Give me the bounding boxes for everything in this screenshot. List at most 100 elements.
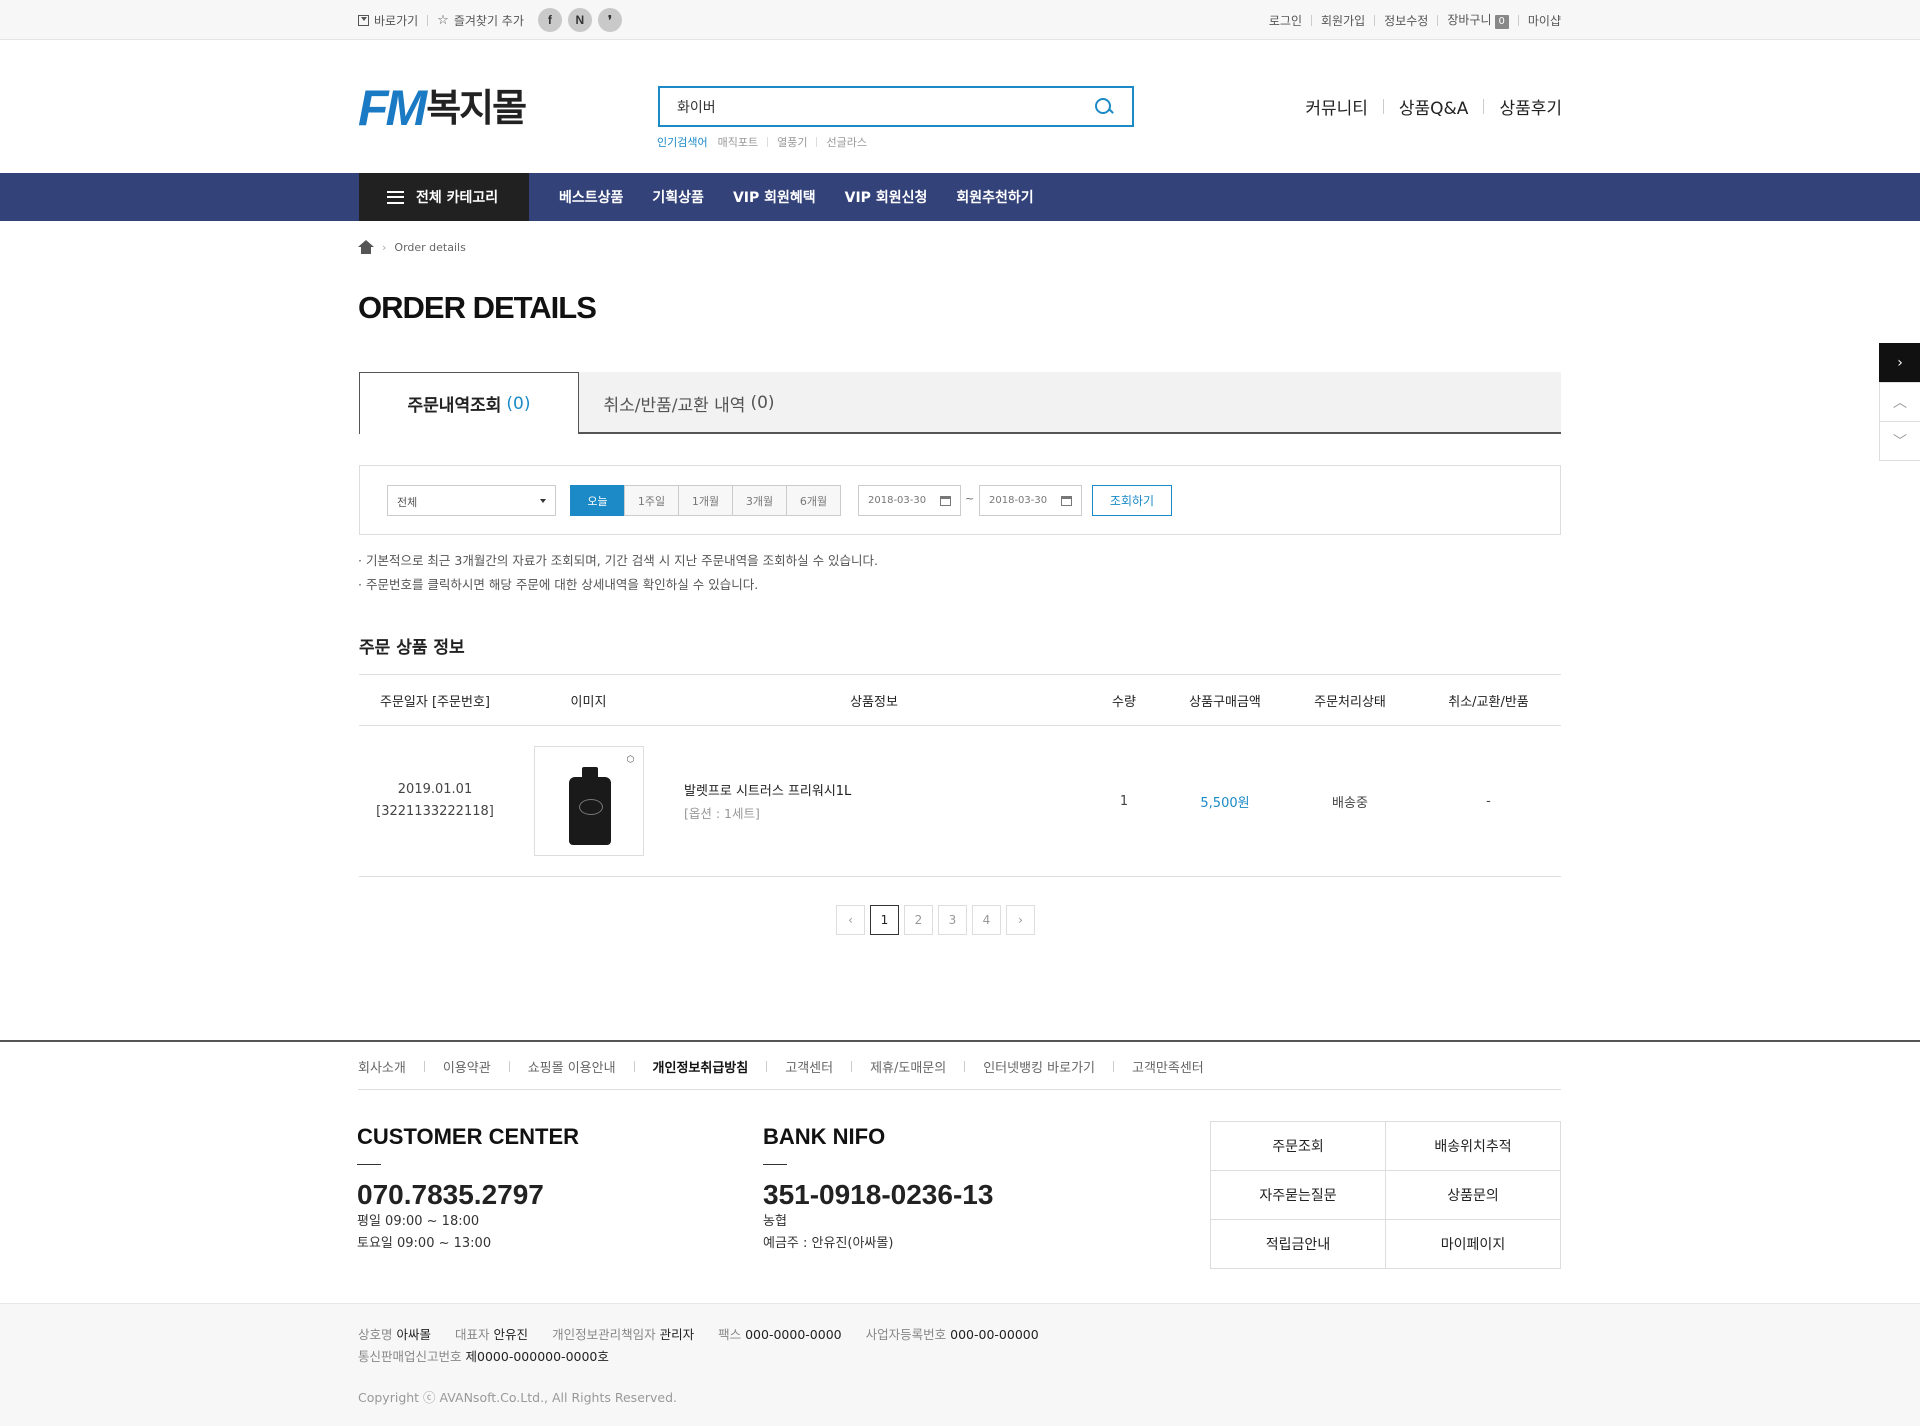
site-logo[interactable]: FM 복지몰: [358, 82, 527, 133]
top-utility-bar: 바로가기 ☆ 즐겨찾기 추가 f N ❜ 로그인 회원가입 정보수정 장바구니 0…: [0, 0, 1920, 40]
product-image[interactable]: ⬡: [533, 746, 644, 856]
quantity-cell: 1: [1082, 725, 1166, 877]
page-button[interactable]: 3: [938, 905, 967, 935]
date-from-field[interactable]: 2018-03-30: [858, 485, 961, 516]
column-header: 취소/교환/반품: [1416, 674, 1561, 726]
shortcut-link[interactable]: 바로가기: [358, 12, 418, 29]
nav-item-best[interactable]: 베스트상품: [559, 187, 623, 207]
nav-item-planned[interactable]: 기획상품: [652, 187, 704, 207]
edit-info-link[interactable]: 정보수정: [1384, 12, 1428, 29]
prev-page-button[interactable]: ‹: [836, 905, 865, 935]
column-header: 상품구매금액: [1166, 674, 1284, 726]
section-title: 주문 상품 정보: [359, 638, 465, 658]
search-input[interactable]: [660, 88, 1094, 125]
footer-link[interactable]: 쇼핑몰 이용안내: [528, 1057, 616, 1076]
logo-kr: 복지몰: [426, 86, 527, 130]
page-title: ORDER DETAILS: [358, 290, 597, 325]
nav-item-vip-benefits[interactable]: VIP 회원혜택: [733, 187, 816, 207]
footer-link[interactable]: 고객센터: [785, 1057, 833, 1076]
main-navigation: 전체 카테고리 베스트상품 기획상품 VIP 회원혜택 VIP 회원신청 회원추…: [0, 173, 1920, 221]
breadcrumb: › Order details: [358, 240, 466, 254]
quick-points-guide[interactable]: 적립금안내: [1210, 1219, 1386, 1269]
popular-label: 인기검색어: [657, 136, 708, 149]
footer-link[interactable]: 고객만족센터: [1132, 1057, 1204, 1076]
column-header: 이미지: [511, 674, 666, 726]
login-link[interactable]: 로그인: [1269, 12, 1302, 29]
footer-link[interactable]: 이용약관: [443, 1057, 491, 1076]
tab-cancel-return[interactable]: 취소/반품/교환 내역 (0): [579, 372, 799, 434]
home-icon[interactable]: [358, 240, 374, 254]
calendar-icon[interactable]: [940, 496, 951, 506]
all-category-button[interactable]: 전체 카테고리: [359, 173, 529, 221]
quick-delivery-tracking[interactable]: 배송위치추적: [1385, 1121, 1561, 1171]
period-today-button[interactable]: 오늘: [570, 485, 625, 516]
cart-link[interactable]: 장바구니 0: [1447, 11, 1509, 29]
copyright: Copyright ⓒ AVANsoft.Co.Ltd., All Rights…: [358, 1390, 678, 1405]
product-qna-link[interactable]: 상품Q&A: [1399, 94, 1469, 119]
product-option: [옵션 : 1세트]: [684, 806, 760, 821]
popular-keywords: 인기검색어 매직포트 열풍기 선글라스: [657, 134, 867, 150]
order-table: 주문일자 [주문번호] 이미지 상품정보 수량 상품구매금액 주문처리상태 취소…: [359, 674, 1561, 877]
caret-down-icon: [540, 499, 546, 503]
nav-item-recommend[interactable]: 회원추천하기: [956, 187, 1033, 207]
footer-company-info: 상호명 아싸몰 대표자 안유진 개인정보관리책임자 관리자 팩스 000-0000-00…: [0, 1303, 1920, 1426]
order-date-cell[interactable]: 2019.01.01 [3221133222118]: [359, 725, 511, 877]
column-header: 주문일자 [주문번호]: [359, 674, 511, 726]
tab-order-list[interactable]: 주문내역조회 (0): [359, 372, 579, 434]
pagination: ‹ 1 2 3 4 ›: [836, 905, 1035, 935]
period-3month-button[interactable]: 3개월: [732, 485, 787, 516]
next-page-button[interactable]: ›: [1006, 905, 1035, 935]
footer-link[interactable]: 인터넷뱅킹 바로가기: [983, 1057, 1095, 1076]
notice-text: · 기본적으로 최근 3개월간의 자료가 조회되며, 기간 검색 시 지난 주문…: [358, 553, 879, 592]
nav-item-vip-apply[interactable]: VIP 회원신청: [845, 187, 928, 207]
footer-link[interactable]: 제휴/도매문의: [870, 1057, 946, 1076]
period-1month-button[interactable]: 1개월: [678, 485, 733, 516]
period-6month-button[interactable]: 6개월: [786, 485, 841, 516]
date-to-field[interactable]: 2018-03-30: [979, 485, 1082, 516]
page-button[interactable]: 4: [972, 905, 1001, 935]
footer-nav: 회사소개 이용약관 쇼핑몰 이용안내 개인정보취급방침 고객센터 제휴/도매문의…: [358, 1056, 1561, 1090]
column-header: 상품정보: [666, 674, 1082, 726]
scroll-bottom-icon[interactable]: ﹀: [1879, 421, 1920, 461]
footer-link[interactable]: 회사소개: [358, 1057, 406, 1076]
footer-link[interactable]: 개인정보취급방침: [653, 1057, 749, 1076]
quick-product-inquiry[interactable]: 상품문의: [1385, 1170, 1561, 1220]
quick-faq[interactable]: 자주묻는질문: [1210, 1170, 1386, 1220]
brand-logo-icon: ⬡: [626, 755, 635, 765]
myshop-link[interactable]: 마이샵: [1528, 12, 1561, 29]
status-select[interactable]: 전체: [387, 485, 556, 516]
naver-icon[interactable]: N: [567, 8, 592, 32]
bank-account: 351-0918-0236-13: [763, 1179, 994, 1210]
product-review-link[interactable]: 상품후기: [1499, 94, 1562, 119]
calendar-icon[interactable]: [1061, 496, 1072, 506]
download-icon: [358, 14, 369, 26]
popular-keyword[interactable]: 열풍기: [777, 134, 807, 150]
cancel-cell: -: [1416, 725, 1561, 877]
community-link[interactable]: 커뮤니티: [1305, 94, 1368, 119]
scroll-top-icon[interactable]: ︿: [1879, 382, 1920, 422]
page-button[interactable]: 1: [870, 905, 899, 935]
bank-info: BANK NIFO 351-0918-0236-13 농협 예금주 : 안유진(…: [763, 1124, 994, 1251]
header-links: 커뮤니티 상품Q&A 상품후기: [1305, 94, 1562, 119]
popular-keyword[interactable]: 매직포트: [718, 134, 758, 150]
hamburger-icon: [387, 190, 404, 204]
cart-count-badge: 0: [1494, 15, 1509, 29]
order-number[interactable]: [3221133222118]: [359, 801, 511, 823]
price-cell: 5,500원: [1166, 725, 1284, 877]
column-header: 주문처리상태: [1284, 674, 1416, 726]
kakaostory-icon[interactable]: ❜: [597, 8, 622, 32]
quick-order-inquiry[interactable]: 주문조회: [1210, 1121, 1386, 1171]
chevron-right-icon[interactable]: ›: [1879, 343, 1920, 383]
search-icon[interactable]: [1094, 97, 1114, 117]
column-header: 수량: [1082, 674, 1166, 726]
period-1week-button[interactable]: 1주일: [624, 485, 679, 516]
product-name[interactable]: 발렛프로 시트러스 프리워시1L: [684, 780, 1082, 799]
inquiry-button[interactable]: 조회하기: [1092, 485, 1172, 516]
bookmark-link[interactable]: ☆ 즐겨찾기 추가: [437, 12, 524, 29]
quick-mypage[interactable]: 마이페이지: [1385, 1219, 1561, 1269]
breadcrumb-current: Order details: [394, 240, 466, 254]
facebook-icon[interactable]: f: [537, 8, 562, 32]
popular-keyword[interactable]: 선글라스: [826, 134, 866, 150]
join-link[interactable]: 회원가입: [1321, 12, 1365, 29]
page-button[interactable]: 2: [904, 905, 933, 935]
